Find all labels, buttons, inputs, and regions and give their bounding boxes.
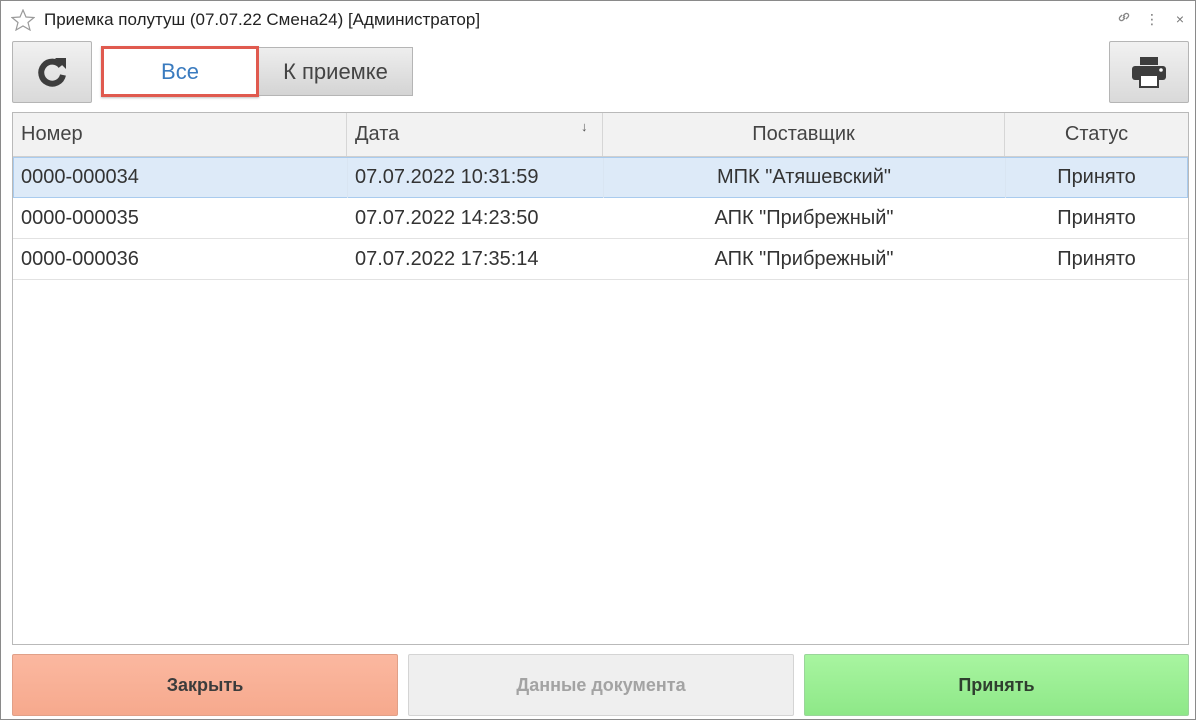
table-row[interactable]: 0000-000036 07.07.2022 17:35:14 АПК "При… — [13, 239, 1188, 280]
filter-all-button[interactable]: Все — [101, 46, 259, 97]
column-header-number[interactable]: Номер — [13, 113, 347, 156]
cell-status: Принято — [1057, 206, 1136, 229]
filter-toggle: Все К приемке — [101, 46, 413, 97]
accept-button[interactable]: Принять — [804, 654, 1189, 716]
cell-supplier: МПК "Атяшевский" — [717, 165, 891, 188]
acceptance-table: Номер Дата ↓ Поставщик Статус 0000-00003… — [12, 112, 1189, 645]
table-row[interactable]: 0000-000034 07.07.2022 10:31:59 МПК "Атя… — [13, 157, 1188, 198]
cell-supplier: АПК "Прибрежный" — [714, 206, 894, 229]
table-row[interactable]: 0000-000035 07.07.2022 14:23:50 АПК "При… — [13, 198, 1188, 239]
table-header: Номер Дата ↓ Поставщик Статус — [13, 113, 1188, 157]
cell-number: 0000-000034 — [21, 165, 139, 188]
cell-date: 07.07.2022 10:31:59 — [355, 165, 539, 188]
close-icon[interactable]: × — [1173, 11, 1187, 27]
more-vertical-icon[interactable]: ⋮ — [1145, 11, 1159, 27]
column-header-date[interactable]: Дата — [347, 113, 603, 156]
cell-date: 07.07.2022 17:35:14 — [355, 247, 539, 270]
window-title: Приемка полутуш (07.07.22 Смена24) [Адми… — [44, 10, 481, 29]
cell-date: 07.07.2022 14:23:50 — [355, 206, 539, 229]
column-header-supplier[interactable]: Поставщик — [603, 113, 1005, 156]
column-header-status[interactable]: Статус — [1005, 113, 1188, 156]
app-window: Приемка полутуш (07.07.22 Смена24) [Адми… — [0, 0, 1196, 720]
cell-status: Принято — [1057, 247, 1136, 270]
cell-number: 0000-000035 — [21, 206, 139, 229]
star-outline-icon[interactable] — [11, 9, 35, 31]
close-button[interactable]: Закрыть — [12, 654, 398, 716]
print-button[interactable] — [1109, 41, 1189, 103]
sort-arrow-icon: ↓ — [581, 119, 588, 134]
refresh-icon — [38, 58, 66, 87]
printer-icon — [1132, 57, 1166, 88]
document-data-button[interactable]: Данные документа — [408, 654, 794, 716]
link-icon[interactable] — [1117, 10, 1131, 27]
title-bar: Приемка полутуш (07.07.22 Смена24) [Адми… — [1, 1, 1195, 37]
cell-number: 0000-000036 — [21, 247, 139, 270]
cell-supplier: АПК "Прибрежный" — [714, 247, 894, 270]
cell-status: Принято — [1057, 165, 1136, 188]
refresh-button[interactable] — [12, 41, 92, 103]
filter-to-accept-button[interactable]: К приемке — [259, 47, 413, 96]
